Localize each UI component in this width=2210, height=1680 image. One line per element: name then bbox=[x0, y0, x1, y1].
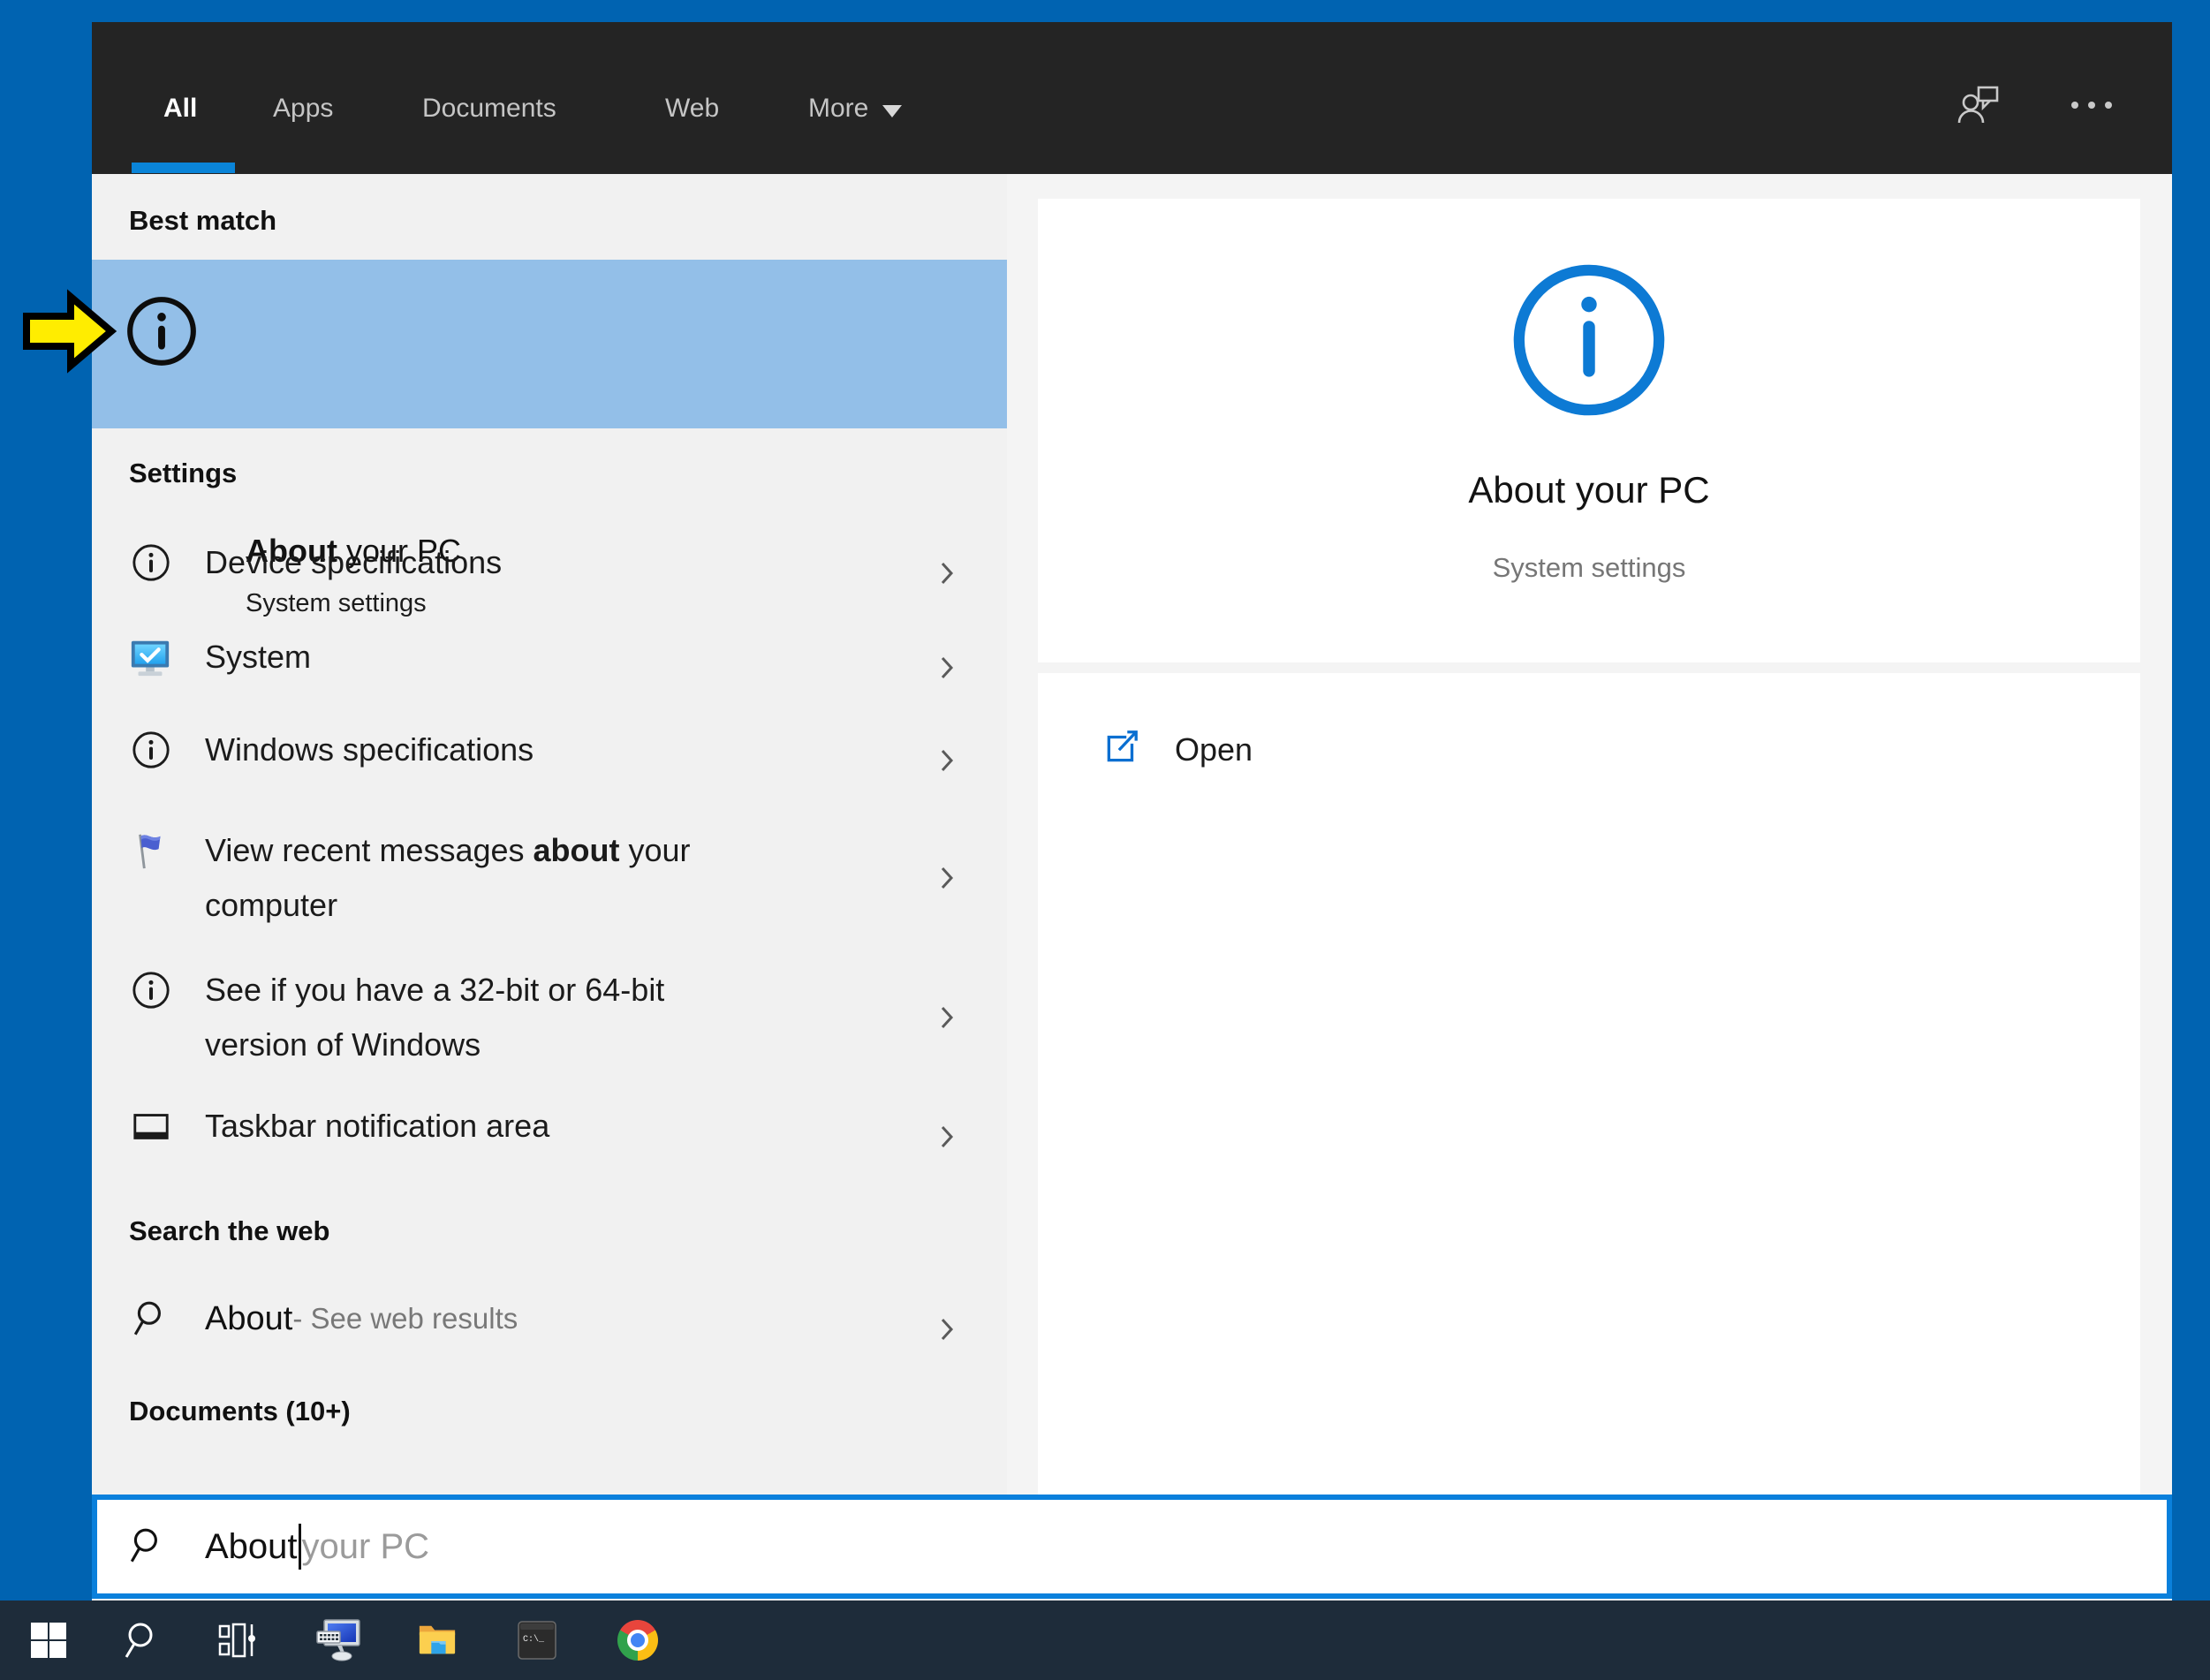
info-icon bbox=[124, 293, 200, 374]
remote-desktop-app-icon[interactable] bbox=[316, 1617, 362, 1663]
open-label: Open bbox=[1175, 727, 1253, 773]
file-explorer-icon[interactable] bbox=[416, 1619, 458, 1661]
system-monitor-icon bbox=[128, 635, 172, 708]
svg-text:C:\_: C:\_ bbox=[523, 1634, 545, 1645]
search-typed-text: About bbox=[205, 1527, 298, 1567]
preview-subtitle: System settings bbox=[1038, 550, 2140, 586]
feedback-user-icon[interactable] bbox=[1956, 83, 2002, 133]
chevron-right-icon bbox=[940, 645, 954, 670]
active-tab-underline bbox=[132, 163, 235, 173]
desktop: { "tabs": { "items": [ {"label": "All"},… bbox=[0, 0, 2210, 1680]
tab-documents[interactable]: Documents bbox=[422, 22, 556, 185]
start-button-windows-icon[interactable] bbox=[27, 1619, 70, 1661]
best-match-result[interactable]: About your PC System settings bbox=[92, 260, 1007, 428]
text-cursor bbox=[299, 1524, 301, 1570]
taskbar-settings-icon bbox=[131, 1106, 171, 1175]
chevron-right-icon bbox=[940, 738, 954, 762]
result-32bit-64bit[interactable]: See if you have a 32-bit or 64-bit versi… bbox=[92, 963, 1007, 1072]
preview-title: About your PC bbox=[1038, 468, 2140, 512]
annotation-arrow bbox=[19, 289, 118, 378]
search-icon bbox=[131, 1298, 171, 1367]
preview-actions-card: Open bbox=[1038, 673, 2140, 1495]
tab-more[interactable]: More bbox=[808, 22, 902, 185]
section-header-documents: Documents (10+) bbox=[129, 1394, 351, 1429]
chevron-right-icon bbox=[940, 866, 954, 890]
section-header-best-match: Best match bbox=[129, 203, 276, 238]
web-suffix-text: - See web results bbox=[292, 1287, 518, 1351]
result-view-recent-messages[interactable]: View recent messages about your computer bbox=[92, 823, 1007, 933]
web-query-text: About bbox=[205, 1287, 292, 1351]
info-circle-icon bbox=[1505, 256, 1673, 428]
ellipsis-menu-icon[interactable] bbox=[2070, 99, 2114, 115]
info-icon bbox=[131, 970, 171, 1015]
search-icon bbox=[127, 1526, 168, 1571]
flag-icon bbox=[131, 830, 171, 875]
info-icon bbox=[131, 542, 171, 611]
chevron-down-icon bbox=[882, 105, 902, 117]
chrome-icon[interactable] bbox=[617, 1619, 659, 1661]
chevron-right-icon bbox=[940, 550, 954, 575]
tab-web[interactable]: Web bbox=[665, 22, 719, 185]
tab-all[interactable]: All bbox=[163, 22, 197, 185]
section-header-settings: Settings bbox=[129, 456, 237, 491]
open-action[interactable]: Open bbox=[1038, 708, 2140, 790]
result-web-about[interactable]: About - See web results bbox=[92, 1287, 1007, 1351]
taskbar-search-icon[interactable] bbox=[121, 1619, 163, 1661]
search-input[interactable]: Aboutyour PC bbox=[92, 1495, 2172, 1599]
result-windows-specifications[interactable]: Windows specifications bbox=[92, 718, 1007, 782]
chevron-right-icon bbox=[940, 1005, 954, 1030]
command-prompt-icon[interactable]: C:\_ bbox=[516, 1619, 558, 1661]
tab-apps[interactable]: Apps bbox=[273, 22, 333, 185]
chevron-right-icon bbox=[940, 1306, 954, 1331]
result-system[interactable]: System bbox=[92, 625, 1007, 689]
open-external-icon bbox=[1101, 727, 1142, 772]
chevron-right-icon bbox=[940, 1114, 954, 1139]
section-header-search-web: Search the web bbox=[129, 1214, 329, 1249]
search-suggestion-text: your PC bbox=[302, 1527, 430, 1567]
task-view-icon[interactable] bbox=[216, 1619, 259, 1661]
result-taskbar-notification-area[interactable]: Taskbar notification area bbox=[92, 1094, 1007, 1158]
result-device-specifications[interactable]: Device specifications bbox=[92, 531, 1007, 594]
preview-card: About your PC System settings bbox=[1038, 199, 2140, 662]
info-icon bbox=[131, 730, 171, 798]
search-flyout-window: All Apps Documents Web More Best match bbox=[92, 22, 2172, 1601]
taskbar: C:\_ bbox=[0, 1601, 2210, 1680]
search-header: All Apps Documents Web More bbox=[92, 22, 2172, 174]
